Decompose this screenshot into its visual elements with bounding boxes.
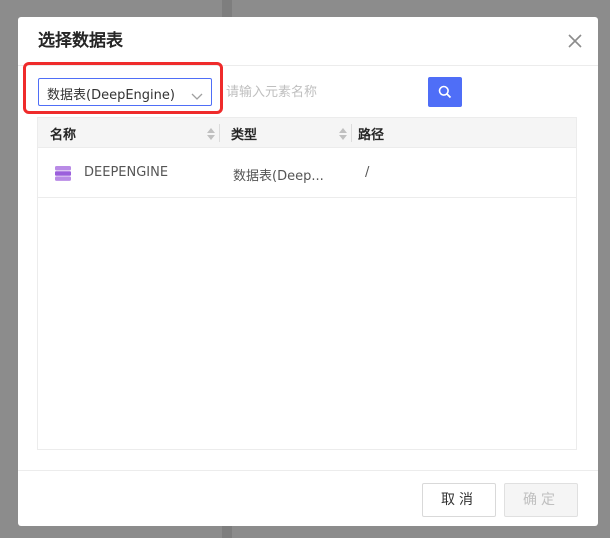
dialog-title: 选择数据表 <box>38 31 123 51</box>
dialog-header: 选择数据表 <box>18 17 598 66</box>
column-header-type: 类型 <box>231 128 258 143</box>
column-header-name: 名称 <box>50 128 77 143</box>
table-header: 名称 类型 路径 <box>38 118 576 148</box>
table-row[interactable]: DEEPENGINE 数据表(Deep... / <box>38 148 576 198</box>
results-table: 名称 类型 路径 DEEPENGINE 数据表(Deep... / <box>37 117 577 450</box>
sort-icon[interactable] <box>338 126 348 140</box>
type-select-value: 数据表(DeepEngine) <box>47 88 175 103</box>
column-divider <box>351 124 352 142</box>
confirm-button[interactable]: 确定 <box>504 483 578 517</box>
row-name: DEEPENGINE <box>84 165 169 180</box>
type-select[interactable]: 数据表(DeepEngine) <box>38 78 212 106</box>
search-input[interactable] <box>222 78 428 106</box>
row-path: / <box>365 165 370 180</box>
sort-icon[interactable] <box>206 126 216 140</box>
column-divider <box>219 124 220 142</box>
database-icon <box>54 164 72 182</box>
column-header-path: 路径 <box>358 128 385 143</box>
close-icon[interactable] <box>566 32 584 50</box>
search-button[interactable] <box>428 77 462 107</box>
row-type: 数据表(Deep... <box>233 169 324 184</box>
select-table-dialog: 选择数据表 数据表(DeepEngine) 名称 <box>18 17 598 526</box>
search-icon <box>438 85 452 99</box>
toolbar: 数据表(DeepEngine) <box>38 77 578 107</box>
dialog-footer: 取消 确定 <box>18 470 598 526</box>
cancel-button[interactable]: 取消 <box>422 483 496 517</box>
chevron-down-icon <box>191 87 203 100</box>
